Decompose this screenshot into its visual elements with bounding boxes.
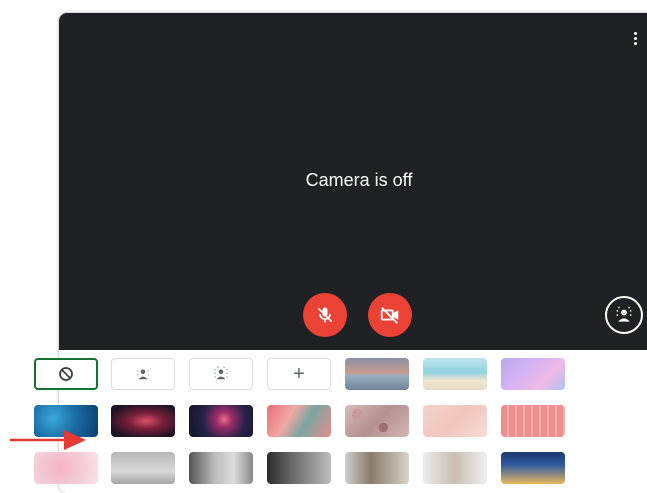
- mic-off-icon: [317, 307, 333, 323]
- blur-person-icon: [137, 369, 149, 380]
- bg-tropical-sea[interactable]: [423, 358, 487, 390]
- bg-dark-interior[interactable]: [267, 452, 331, 484]
- bg-cherry-blossom-branch[interactable]: [267, 405, 331, 437]
- bg-fireworks[interactable]: [189, 405, 253, 437]
- bg-purple-clouds[interactable]: [501, 358, 565, 390]
- no-effect-option[interactable]: [34, 358, 98, 390]
- block-icon: [59, 367, 73, 381]
- blur-person-strong-icon: [214, 366, 228, 380]
- bg-pink-flowers[interactable]: [34, 452, 98, 484]
- bg-gray-room[interactable]: [111, 452, 175, 484]
- bg-light-interior[interactable]: [189, 452, 253, 484]
- bg-peach-blush[interactable]: [423, 405, 487, 437]
- bg-pink-nebula[interactable]: [111, 405, 175, 437]
- plus-icon: +: [293, 363, 305, 385]
- person-blur-icon: [616, 306, 632, 322]
- upload-background-option[interactable]: +: [267, 358, 331, 390]
- bg-sunset-beach[interactable]: [345, 358, 409, 390]
- videocam-off-icon: [380, 307, 399, 324]
- camera-preview: Camera is off: [59, 13, 647, 350]
- bg-night-city[interactable]: [501, 452, 565, 484]
- pointer-arrow-annotation: [10, 430, 86, 450]
- camera-toggle-button[interactable]: [368, 293, 412, 337]
- bg-pink-pattern[interactable]: [501, 405, 565, 437]
- visual-effects-button[interactable]: [605, 296, 643, 334]
- mic-toggle-button[interactable]: [303, 293, 347, 337]
- bg-pink-petals[interactable]: [345, 405, 409, 437]
- bg-bookshelf[interactable]: [345, 452, 409, 484]
- more-vert-icon[interactable]: [630, 32, 640, 52]
- slight-blur-option[interactable]: [111, 358, 175, 390]
- camera-off-label: Camera is off: [305, 170, 413, 190]
- blur-option[interactable]: [189, 358, 253, 390]
- bg-white-interior[interactable]: [423, 452, 487, 484]
